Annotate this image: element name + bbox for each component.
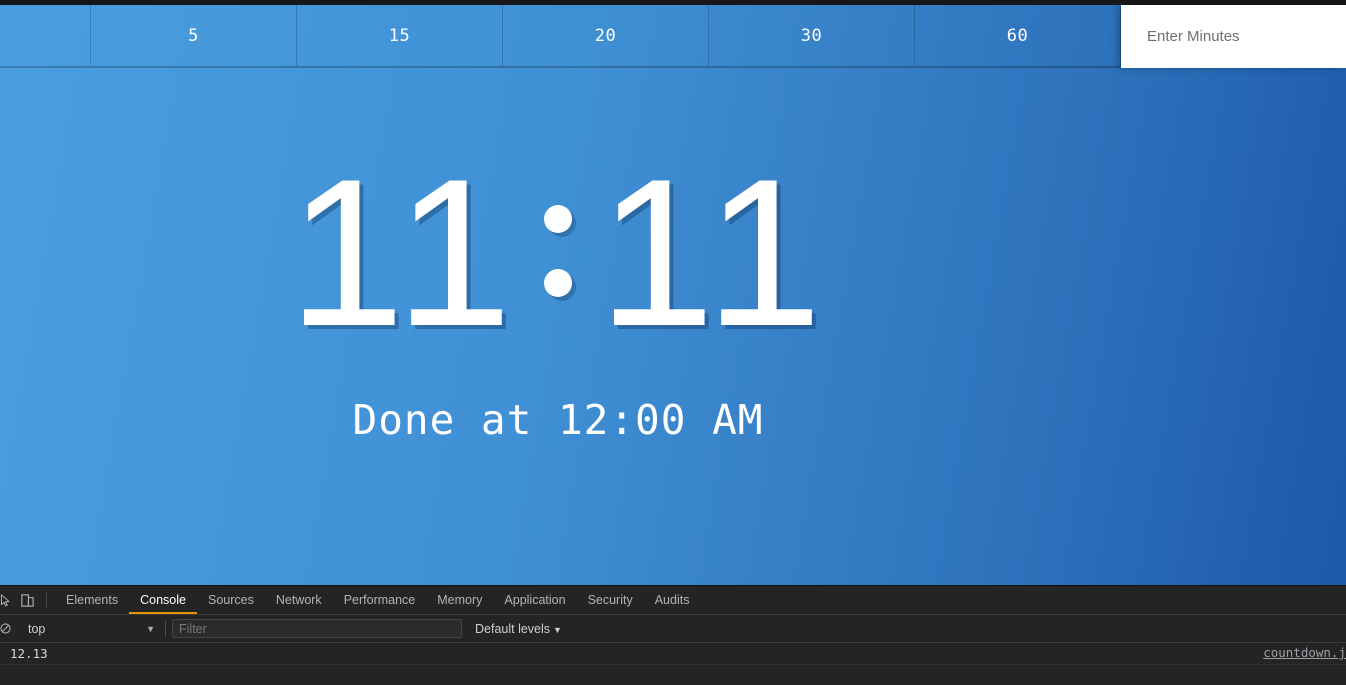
device-toolbar-icon[interactable] [16, 587, 38, 613]
browser-chrome-strip [0, 0, 1346, 5]
console-filter-input[interactable] [172, 619, 462, 638]
filter-divider [165, 620, 166, 637]
console-context-selector[interactable]: top ▼ [16, 618, 163, 639]
minutes-input[interactable] [1121, 5, 1346, 68]
time-left-minutes: 11 [288, 135, 518, 370]
preset-5-minutes[interactable]: 5 [91, 5, 297, 68]
tab-memory[interactable]: Memory [426, 587, 493, 614]
console-log-source-link[interactable]: countdown.j [1263, 645, 1346, 660]
log-levels-selector[interactable]: Default levels ▼ [475, 622, 562, 636]
tab-security[interactable]: Security [577, 587, 644, 614]
tab-console[interactable]: Console [129, 587, 197, 614]
app-root: 1 5 15 20 30 60 11 11 Done at 12:00 AM [0, 0, 1346, 685]
console-context-label: top [28, 621, 46, 636]
log-levels-label: Default levels [475, 621, 551, 636]
clear-console-icon[interactable] [0, 618, 16, 640]
countdown-display: 11 11 Done at 12:00 AM [0, 68, 1231, 585]
timer-preset-bar: 1 5 15 20 30 60 [0, 5, 1346, 68]
console-output: 12.13 countdown.j [0, 643, 1346, 665]
console-filter-bar: top ▼ Default levels▼ [0, 615, 1346, 643]
time-left: 11 11 [288, 135, 828, 370]
page-viewport: 1 5 15 20 30 60 11 11 Done at 12:00 AM [0, 5, 1346, 585]
preset-20-minutes[interactable]: 20 [503, 5, 709, 68]
preset-30-minutes[interactable]: 30 [709, 5, 915, 68]
custom-minutes-form [1121, 5, 1346, 68]
end-time-label: Done at 12:00 AM [352, 396, 764, 444]
tab-sources[interactable]: Sources [197, 587, 265, 614]
console-log-row[interactable]: 12.13 countdown.j [0, 643, 1346, 665]
preset-60-minutes[interactable]: 60 [915, 5, 1121, 68]
chevron-down-icon: ▼ [553, 624, 562, 635]
time-left-seconds: 11 [598, 135, 828, 370]
toolbar-divider [46, 592, 47, 608]
inspect-element-icon[interactable] [0, 587, 16, 613]
time-colon-icon [544, 205, 572, 301]
preset-1-minute[interactable]: 1 [0, 5, 91, 68]
devtools-tabbar: Elements Console Sources Network Perform… [0, 586, 1346, 615]
tab-performance[interactable]: Performance [333, 587, 427, 614]
preset-15-minutes[interactable]: 15 [297, 5, 503, 68]
devtools-panel: Elements Console Sources Network Perform… [0, 585, 1346, 685]
tab-application[interactable]: Application [493, 587, 576, 614]
tab-audits[interactable]: Audits [644, 587, 701, 614]
tab-elements[interactable]: Elements [55, 587, 129, 614]
console-log-message: 12.13 [10, 646, 48, 661]
tab-network[interactable]: Network [265, 587, 333, 614]
chevron-down-icon: ▼ [146, 623, 155, 634]
